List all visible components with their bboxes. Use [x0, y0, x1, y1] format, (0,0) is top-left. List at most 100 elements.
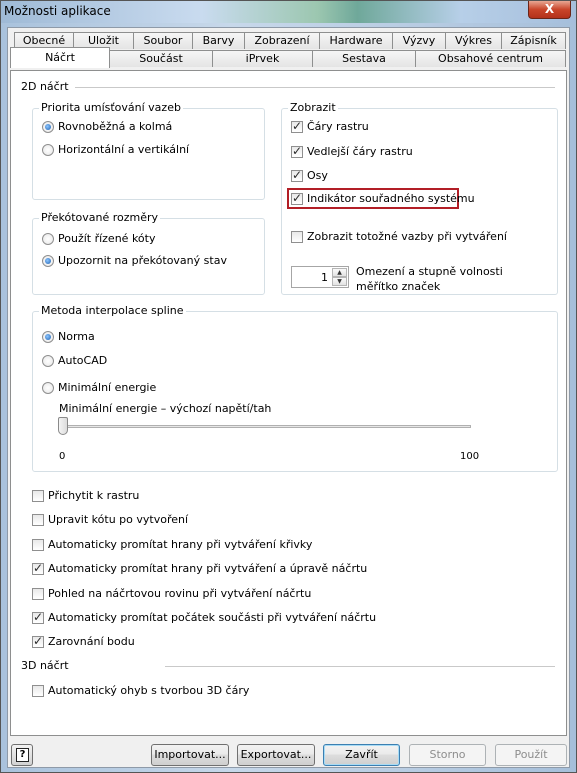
radio-label: Norma	[58, 330, 95, 343]
title-bar[interactable]: Možnosti aplikace X	[1, 1, 576, 23]
tab-obsahove-centrum[interactable]: Obsahové centrum	[415, 50, 566, 67]
checkbox[interactable]	[32, 513, 44, 526]
checkbox-label: Automaticky promítat počátek součásti př…	[48, 611, 377, 624]
window-title: Možnosti aplikace	[4, 4, 111, 18]
checkbox[interactable]	[291, 144, 303, 158]
radio-spline-norma[interactable]: Norma	[42, 330, 95, 343]
spinner-down-icon[interactable]: ▼	[332, 277, 347, 286]
checkbox[interactable]	[32, 538, 44, 551]
radio-spline-minimal-energy[interactable]: Minimální energie	[42, 381, 156, 394]
tab-nacrt[interactable]: Náčrt	[10, 47, 110, 68]
checkbox-label: Automaticky promítat hrany při vytváření…	[48, 562, 368, 575]
checkbox-label: Přichytit k rastru	[48, 489, 140, 502]
checkbox-minor-grid-lines[interactable]: Vedlejší čáry rastru	[291, 144, 413, 158]
checkbox-edit-dimension[interactable]: Upravit kótu po vytvoření	[32, 513, 188, 526]
checkbox[interactable]	[32, 489, 44, 502]
checkbox-label: Čáry rastru	[307, 120, 369, 133]
checkbox-label: Pohled na náčrtovou rovinu při vytváření…	[48, 587, 312, 600]
dialog-client-area: Obecné Uložit Soubor Barvy Zobrazení Har…	[7, 27, 570, 768]
tab-soubor[interactable]: Soubor	[133, 32, 193, 49]
checkbox[interactable]	[32, 561, 44, 575]
checkbox-coordinate-indicator[interactable]: Indikátor souřadného systému	[291, 191, 475, 205]
checkbox-label: Automatický ohyb s tvorbou 3D čáry	[48, 684, 250, 697]
spinner-value: 1	[321, 271, 328, 284]
radio-label: Použít řízené kóty	[58, 232, 156, 245]
checkbox-look-at-sketch-plane[interactable]: Pohled na náčrtovou rovinu při vytváření…	[32, 587, 311, 600]
checkbox[interactable]	[291, 230, 303, 243]
radio-button[interactable]	[42, 381, 54, 394]
radio-label: Horizontální a vertikální	[58, 143, 190, 156]
radio-button[interactable]	[42, 143, 54, 156]
checkbox-grid-lines[interactable]: Čáry rastru	[291, 119, 369, 133]
checkbox-label: Indikátor souřadného systému	[307, 192, 475, 205]
tab-vyzvy[interactable]: Výzvy	[392, 32, 446, 49]
tension-slider-track[interactable]	[59, 425, 471, 428]
checkbox-auto-bend-3d[interactable]: Automatický ohyb s tvorbou 3D čáry	[32, 684, 249, 697]
radio-button[interactable]	[42, 254, 54, 267]
constraint-priority-label: Priorita umísťování vazeb	[39, 101, 183, 114]
checkbox[interactable]	[291, 119, 303, 133]
spinner-caption-line2: měřítko značek	[356, 280, 441, 293]
tab-vykres[interactable]: Výkres	[445, 32, 502, 49]
radio-driven-dimensions[interactable]: Použít řízené kóty	[42, 232, 155, 245]
radio-button[interactable]	[42, 330, 54, 343]
checkbox-axes[interactable]: Osy	[291, 168, 328, 182]
section-divider	[165, 666, 555, 667]
cancel-button[interactable]: Storno	[409, 744, 486, 766]
section-divider	[75, 87, 555, 88]
spinner-caption-line1: Omezení a stupně volnosti	[356, 265, 503, 278]
slider-min-label: 0	[59, 451, 66, 462]
checkbox-label: Automaticky promítat hrany při vytváření…	[48, 538, 313, 551]
display-label: Zobrazit	[288, 101, 338, 114]
radio-button[interactable]	[42, 232, 54, 245]
checkbox-point-alignment[interactable]: Zarovnání bodu	[32, 634, 135, 648]
checkbox[interactable]	[291, 191, 303, 205]
checkbox-project-origin[interactable]: Automaticky promítat počátek součásti př…	[32, 610, 377, 624]
spinner-up-icon[interactable]: ▲	[332, 268, 347, 277]
checkbox-label: Osy	[307, 169, 328, 182]
help-icon: ?	[16, 748, 29, 762]
radio-button[interactable]	[42, 120, 54, 133]
close-dialog-button[interactable]: Zavřít	[323, 744, 400, 766]
section-3d-sketch-title: 3D náčrt	[21, 659, 69, 672]
radio-spline-autocad[interactable]: AutoCAD	[42, 354, 107, 367]
spline-label: Metoda interpolace spline	[39, 304, 186, 317]
checkbox[interactable]	[32, 634, 44, 648]
tab-hardware[interactable]: Hardware	[319, 32, 393, 49]
tab-iprvek[interactable]: iPrvek	[212, 50, 313, 67]
radio-horizontal-vertical[interactable]: Horizontální a vertikální	[42, 143, 189, 156]
tension-slider-thumb[interactable]	[58, 417, 68, 435]
tab-zapisnik[interactable]: Zápisník	[501, 32, 566, 49]
section-2d-sketch-title: 2D náčrt	[21, 80, 69, 93]
checkbox[interactable]	[32, 587, 44, 600]
checkbox-label: Vedlejší čáry rastru	[307, 145, 413, 158]
import-button[interactable]: Importovat...	[151, 744, 229, 766]
checkbox-label: Zobrazit totožné vazby při vytváření	[307, 230, 507, 243]
tab-sestava[interactable]: Sestava	[312, 50, 416, 67]
window-close-button[interactable]: X	[528, 1, 571, 19]
checkbox[interactable]	[291, 168, 303, 182]
radio-parallel-perpendicular[interactable]: Rovnoběžná a kolmá	[42, 120, 172, 133]
checkbox-project-edges-curve[interactable]: Automaticky promítat hrany při vytváření…	[32, 538, 312, 551]
tab-soucast[interactable]: Součást	[109, 50, 213, 67]
application-options-window: Možnosti aplikace X Obecné Uložit Soubor…	[0, 0, 577, 773]
radio-label: Upozornit na překótovaný stav	[58, 254, 227, 267]
apply-button[interactable]: Použít	[495, 744, 567, 766]
checkbox-show-coincident-constraints[interactable]: Zobrazit totožné vazby při vytváření	[291, 230, 507, 243]
slider-max-label: 100	[460, 451, 480, 462]
checkbox-project-edges-sketch[interactable]: Automaticky promítat hrany při vytváření…	[32, 561, 368, 575]
checkbox[interactable]	[32, 684, 44, 697]
radio-label: Minimální energie	[58, 381, 157, 394]
radio-label: Rovnoběžná a kolmá	[58, 120, 173, 133]
radio-warn-overconstrained[interactable]: Upozornit na překótovaný stav	[42, 254, 227, 267]
glyph-scale-spinner[interactable]: 1 ▲ ▼	[291, 266, 349, 288]
checkbox-snap-to-grid[interactable]: Přichytit k rastru	[32, 489, 139, 502]
tab-barvy[interactable]: Barvy	[192, 32, 245, 49]
export-button[interactable]: Exportovat...	[237, 744, 315, 766]
checkbox[interactable]	[32, 610, 44, 624]
slider-caption: Minimální energie – výchozí napětí/tah	[59, 402, 272, 415]
checkbox-label: Zarovnání bodu	[48, 635, 135, 648]
help-button[interactable]: ?	[11, 744, 33, 766]
tab-zobrazeni[interactable]: Zobrazení	[244, 32, 320, 49]
radio-button[interactable]	[42, 354, 54, 367]
